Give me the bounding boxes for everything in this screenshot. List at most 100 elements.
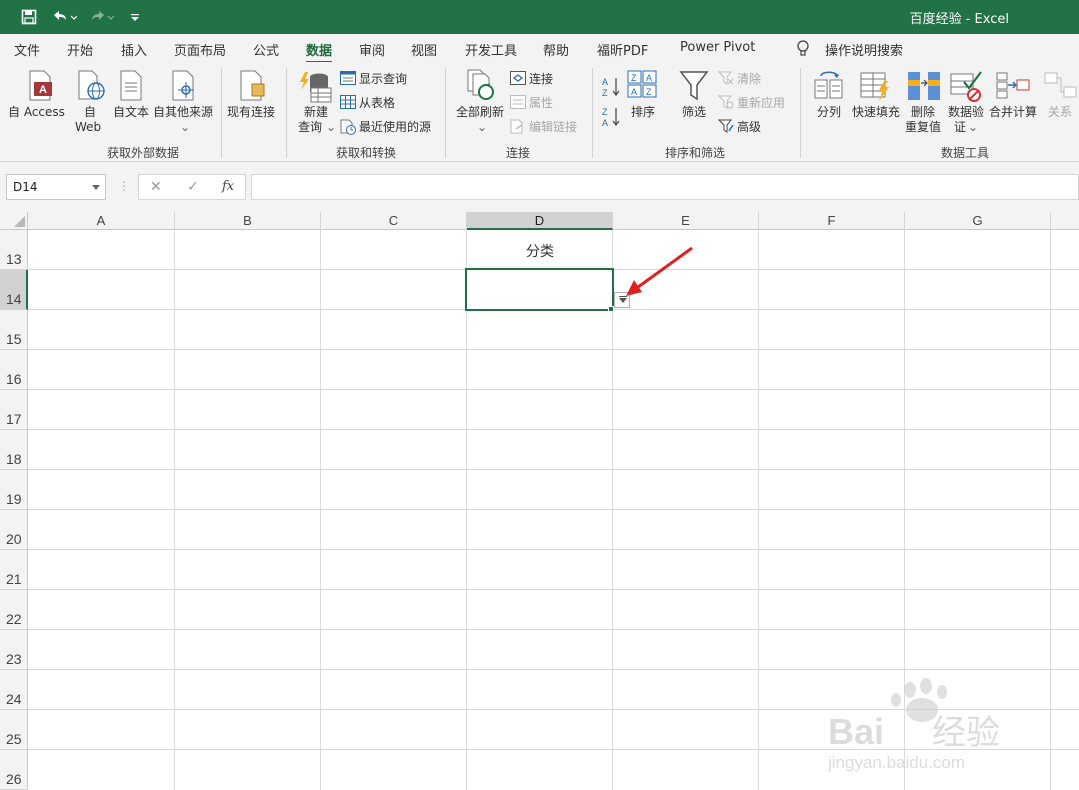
text-to-columns-button[interactable]: 分列 [817,105,841,119]
filter-button[interactable]: 筛选 [682,105,706,119]
advanced-filter-button[interactable]: 高级 [737,120,761,134]
save-icon[interactable] [18,7,40,27]
window-title: 百度经验 - Excel [909,12,1009,27]
relationships-icon [1044,72,1078,103]
clear-filter-button[interactable]: 清除 [737,72,761,86]
from-web-line2[interactable]: Web [75,120,101,134]
redo-icon[interactable] [88,7,116,27]
watermark-brand: Bai [828,711,884,752]
gridline [28,429,1079,430]
formula-input[interactable] [251,174,1079,200]
row-header-18[interactable]: 18 [0,430,28,470]
row-header-24[interactable]: 24 [0,670,28,710]
svg-text:A: A [602,118,608,128]
recent-sources-button[interactable]: 最近使用的源 [359,120,431,134]
new-query-line1[interactable]: 新建 [304,105,328,119]
tab-page-layout[interactable]: 页面布局 [174,40,226,59]
connections-button[interactable]: 连接 [529,72,553,86]
row-header-19[interactable]: 19 [0,470,28,510]
existing-connections-button[interactable]: 现有连接 [227,105,275,119]
name-box-value: D14 [13,180,38,194]
refresh-all-icon [466,69,498,106]
from-table-icon [340,95,356,112]
sort-ascending-icon: AZ [602,76,622,101]
cell-d13[interactable]: 分类 [467,241,613,261]
tab-review[interactable]: 审阅 [359,40,385,59]
edit-links-button[interactable]: 编辑链接 [529,120,577,134]
row-header-22[interactable]: 22 [0,590,28,630]
row-header-25[interactable]: 25 [0,710,28,750]
tab-formulas[interactable]: 公式 [253,40,279,59]
refresh-all-button[interactable]: 全部刷新 [456,105,504,119]
from-text-button[interactable]: 自文本 [113,105,149,119]
column-header-g[interactable]: G [905,212,1051,230]
group-label-sort-filter: 排序和筛选 [665,146,726,160]
sort-descending-icon: ZA [602,106,622,131]
reapply-button[interactable]: 重新应用 [737,96,785,110]
row-header-16[interactable]: 16 [0,350,28,390]
column-header-b[interactable]: B [175,212,321,230]
column-header-d[interactable]: D [467,212,613,230]
advanced-filter-icon [717,119,734,136]
reapply-icon [717,95,734,112]
access-database-icon: A [26,70,56,105]
row-header-15[interactable]: 15 [0,310,28,350]
row-header-13[interactable]: 13 [0,230,28,270]
row-header-23[interactable]: 23 [0,630,28,670]
tab-power-pivot[interactable]: Power Pivot [680,40,755,55]
worksheet-grid[interactable]: A B C D E F G 13 14 15 16 17 18 19 20 21… [0,212,1079,790]
tab-view[interactable]: 视图 [411,40,437,59]
remove-duplicates-line2[interactable]: 重复值 [905,120,941,134]
consolidate-button[interactable]: 合并计算 [989,105,1037,119]
row-header-20[interactable]: 20 [0,510,28,550]
title-bar: 百度经验 - Excel [0,0,1079,34]
column-header-f[interactable]: F [759,212,905,230]
column-header-e[interactable]: E [613,212,759,230]
cancel-icon[interactable]: ✕ [150,179,162,195]
show-queries-icon [340,71,356,88]
chevron-down-icon[interactable] [92,185,100,190]
select-all-button[interactable] [0,212,28,230]
gridline [28,389,1079,390]
relationships-button[interactable]: 关系 [1048,105,1072,119]
from-table-button[interactable]: 从表格 [359,96,395,110]
row-header-26[interactable]: 26 [0,750,28,790]
column-header-a[interactable]: A [28,212,175,230]
undo-icon[interactable] [50,7,78,27]
name-box[interactable]: D14 [6,174,106,200]
selected-cell-d14[interactable] [465,268,614,311]
data-validation-line2[interactable]: 证 [954,120,966,134]
gridline [28,549,1079,550]
from-web-line1[interactable]: 自 [84,105,96,119]
data-validation-line1[interactable]: 数据验 [948,105,984,119]
row-header-17[interactable]: 17 [0,390,28,430]
insert-function-icon[interactable]: fx [222,179,234,194]
gridline [466,230,467,790]
text-file-icon [118,70,146,105]
tab-data[interactable]: 数据 [306,40,333,64]
sort-dialog-icon: ZAAZ [627,70,657,103]
row-header-21[interactable]: 21 [0,550,28,590]
row-header-14[interactable]: 14 [0,270,28,310]
tab-insert[interactable]: 插入 [121,40,147,59]
properties-button[interactable]: 属性 [529,96,553,110]
remove-duplicates-line1[interactable]: 删除 [911,105,935,119]
from-access-button[interactable]: 自 Access [8,105,65,119]
show-queries-button[interactable]: 显示查询 [359,72,407,86]
new-query-line2[interactable]: 查询 [298,120,322,134]
sort-button[interactable]: 排序 [631,105,655,119]
flash-fill-button[interactable]: 快速填充 [852,105,900,119]
gridline [758,230,759,790]
tab-help[interactable]: 帮助 [543,40,569,59]
tab-foxit-pdf[interactable]: 福昕PDF [597,40,648,59]
from-other-sources-button[interactable]: 自其他来源 [153,105,213,119]
tab-developer[interactable]: 开发工具 [465,40,517,59]
tab-home[interactable]: 开始 [67,40,93,59]
column-header-c[interactable]: C [321,212,467,230]
tell-me-search[interactable]: 操作说明搜索 [825,40,903,59]
tab-file[interactable]: 文件 [14,40,40,59]
customize-quick-access-icon[interactable] [128,7,142,27]
recent-sources-icon [340,119,356,138]
enter-icon[interactable]: ✓ [187,179,199,195]
gridline [28,469,1079,470]
